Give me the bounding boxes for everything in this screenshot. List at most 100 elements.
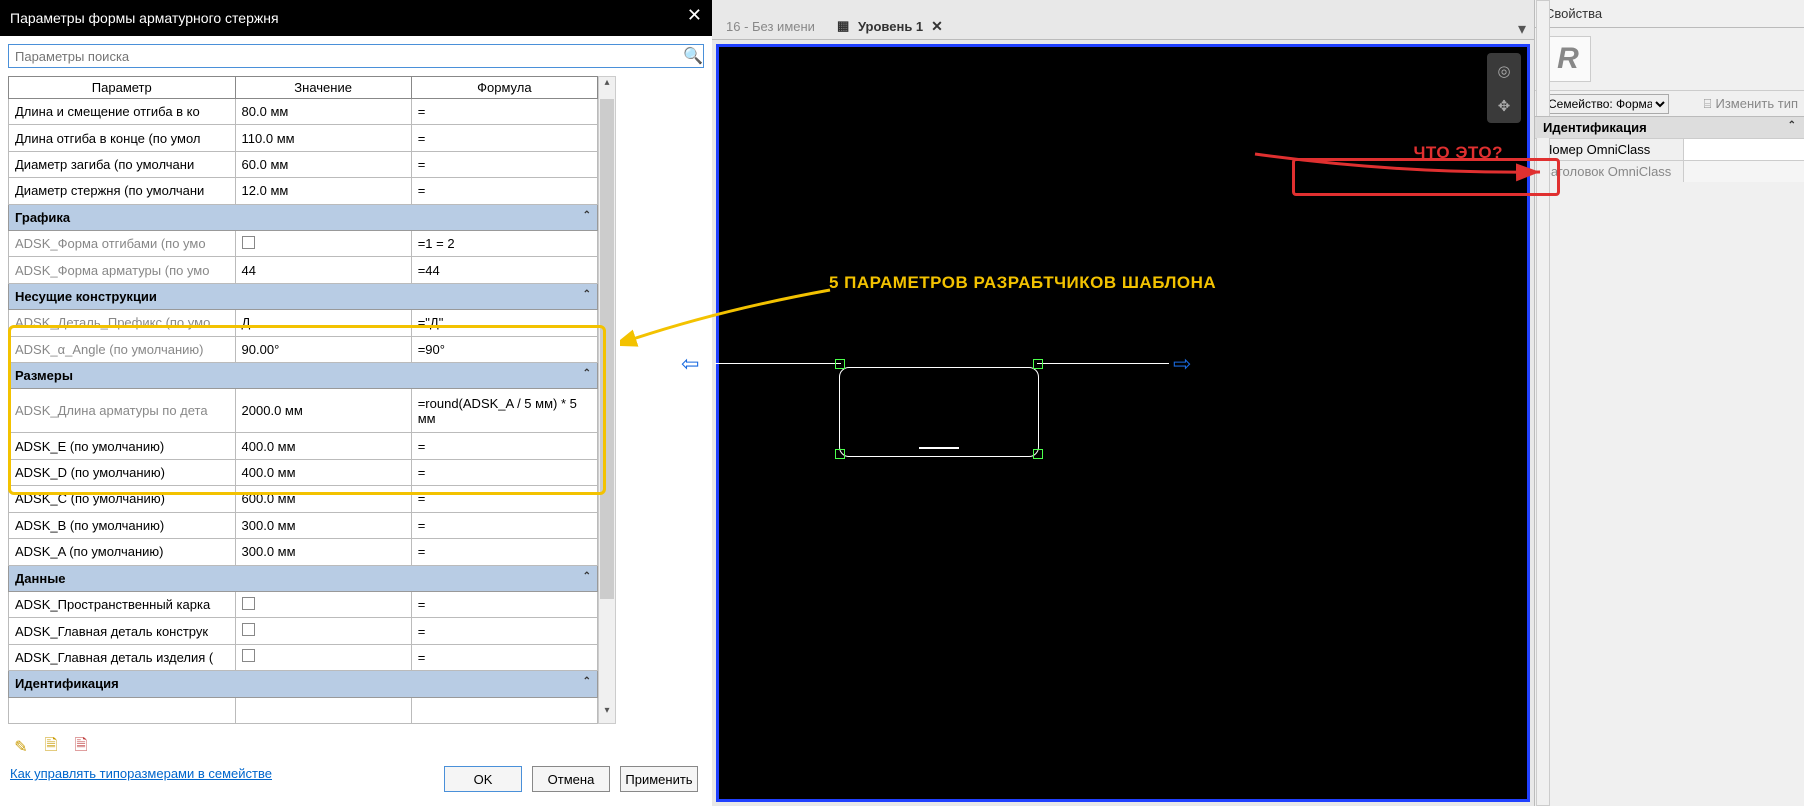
checkbox-icon[interactable] bbox=[242, 649, 255, 662]
tabs-overflow-icon[interactable]: ▾ bbox=[1510, 19, 1534, 39]
cell-formula[interactable]: =90° bbox=[411, 336, 597, 362]
cell-name[interactable]: ADSK_A (по умолчанию) bbox=[9, 539, 236, 565]
checkbox-icon[interactable] bbox=[242, 597, 255, 610]
table-row[interactable]: Длина отгиба в конце (по умол110.0 мм= bbox=[9, 125, 598, 151]
nav-hand-icon[interactable]: ✥ bbox=[1498, 97, 1511, 115]
checkbox-icon[interactable] bbox=[242, 623, 255, 636]
cell-value[interactable]: 90.00° bbox=[235, 336, 411, 362]
table-row[interactable]: Диаметр загиба (по умолчани60.0 мм= bbox=[9, 151, 598, 177]
cell-name[interactable]: Длина и смещение отгиба в ко bbox=[9, 99, 236, 125]
cell-name[interactable]: ADSK_B (по умолчанию) bbox=[9, 512, 236, 538]
group-row[interactable]: Данные⌃ bbox=[9, 565, 598, 591]
group-row[interactable]: Несущие конструкции⌃ bbox=[9, 283, 598, 309]
prop-value[interactable] bbox=[1683, 161, 1804, 182]
cell-formula[interactable]: = bbox=[411, 644, 597, 670]
cell-formula[interactable]: =44 bbox=[411, 257, 597, 283]
cell-formula[interactable]: = bbox=[411, 539, 597, 565]
col-parameter[interactable]: Параметр bbox=[9, 77, 236, 99]
cell-name[interactable]: ADSK_Длина арматуры по дета bbox=[9, 389, 236, 433]
search-icon[interactable]: 🔍 bbox=[683, 46, 703, 66]
table-row[interactable]: ADSK_Главная деталь изделия ( = bbox=[9, 644, 598, 670]
tab-inactive[interactable]: 16 - Без имени bbox=[716, 13, 825, 39]
close-tab-icon[interactable]: ✕ bbox=[931, 18, 943, 35]
cell-name[interactable]: Диаметр загиба (по умолчани bbox=[9, 151, 236, 177]
cell-value[interactable]: 600.0 мм bbox=[235, 486, 411, 512]
cell-formula[interactable]: = bbox=[411, 178, 597, 204]
table-row[interactable]: ADSK_Пространственный карка= bbox=[9, 591, 598, 617]
cell-formula[interactable]: = bbox=[411, 99, 597, 125]
family-selector[interactable]: Семейство: Форма ар bbox=[1543, 94, 1669, 114]
cell-value[interactable]: 400.0 мм bbox=[235, 459, 411, 485]
cell-name[interactable]: ADSK_C (по умолчанию) bbox=[9, 486, 236, 512]
cell-value[interactable]: Д bbox=[235, 310, 411, 336]
edit-type-button[interactable]: ⌸ Изменить тип bbox=[1698, 96, 1804, 112]
cell-value[interactable] bbox=[235, 644, 411, 670]
cell-name[interactable]: ADSK_Форма отгибами (по умо bbox=[9, 231, 236, 257]
cell-formula[interactable]: = bbox=[411, 125, 597, 151]
cell-value[interactable]: 300.0 мм bbox=[235, 512, 411, 538]
table-row[interactable]: ADSK_Форма отгибами (по умо =1 = 2 bbox=[9, 231, 598, 257]
grid-scrollbar[interactable]: ▴ ▾ bbox=[598, 76, 616, 724]
group-row[interactable]: Графика⌃ bbox=[9, 204, 598, 230]
props-group-ident[interactable]: Идентификация ⌃ bbox=[1535, 116, 1804, 138]
cell-value[interactable] bbox=[235, 231, 411, 257]
table-row[interactable]: ADSK_C (по умолчанию)600.0 мм= bbox=[9, 486, 598, 512]
cell-name[interactable]: ADSK_Главная деталь конструк bbox=[9, 618, 236, 644]
prop-row[interactable]: Заголовок OmniClass bbox=[1535, 160, 1804, 182]
group-row[interactable]: Идентификация⌃ bbox=[9, 671, 598, 697]
scroll-down-icon[interactable]: ▾ bbox=[599, 705, 615, 723]
new-file-icon[interactable]: 🗎 bbox=[40, 736, 62, 758]
table-row[interactable]: ADSK_Главная деталь конструк = bbox=[9, 618, 598, 644]
cell-name[interactable]: ADSK_Форма арматуры (по умо bbox=[9, 257, 236, 283]
apply-button[interactable]: Применить bbox=[620, 766, 698, 792]
table-row[interactable]: ADSK_Деталь_Префикс (по умоД="Д" bbox=[9, 310, 598, 336]
table-row[interactable]: ADSK_α_Angle (по умолчанию)90.00°=90° bbox=[9, 336, 598, 362]
table-row[interactable]: ADSK_E (по умолчанию)400.0 мм= bbox=[9, 433, 598, 459]
tab-active[interactable]: ▦ Уровень 1 ✕ bbox=[827, 13, 953, 39]
table-row[interactable]: Длина и смещение отгиба в ко80.0 мм= bbox=[9, 99, 598, 125]
scroll-thumb[interactable] bbox=[600, 99, 614, 599]
cell-name[interactable]: ADSK_Деталь_Префикс (по умо bbox=[9, 310, 236, 336]
table-row[interactable]: Диаметр стержня (по умолчани12.0 мм= bbox=[9, 178, 598, 204]
cell-formula[interactable]: = bbox=[411, 433, 597, 459]
table-row[interactable]: ADSK_Форма арматуры (по умо44=44 bbox=[9, 257, 598, 283]
close-icon[interactable]: ✕ bbox=[687, 5, 702, 26]
cell-name[interactable]: Диаметр стержня (по умолчани bbox=[9, 178, 236, 204]
cell-value[interactable] bbox=[235, 591, 411, 617]
cell-name[interactable]: ADSK_D (по умолчанию) bbox=[9, 459, 236, 485]
col-formula[interactable]: Формула bbox=[411, 77, 597, 99]
drawing-canvas[interactable]: ◎ ✥ ⇦ ⇨ ЧТО ЭТО? 5 ПАРАМЕТРОВ РАЗРАБТЧ bbox=[716, 44, 1530, 802]
cell-value[interactable]: 44 bbox=[235, 257, 411, 283]
collapse-icon[interactable]: ⌃ bbox=[1788, 120, 1796, 131]
cell-formula[interactable]: =1 = 2 bbox=[411, 231, 597, 257]
cell-value[interactable]: 110.0 мм bbox=[235, 125, 411, 151]
prop-value[interactable] bbox=[1683, 139, 1804, 160]
cell-name[interactable]: ADSK_Пространственный карка bbox=[9, 591, 236, 617]
cell-value[interactable]: 400.0 мм bbox=[235, 433, 411, 459]
cell-value[interactable]: 300.0 мм bbox=[235, 539, 411, 565]
col-value[interactable]: Значение bbox=[235, 77, 411, 99]
cell-value[interactable]: 60.0 мм bbox=[235, 151, 411, 177]
cell-name[interactable]: ADSK_Главная деталь изделия ( bbox=[9, 644, 236, 670]
cell-value[interactable] bbox=[235, 618, 411, 644]
table-row[interactable]: ADSK_Длина арматуры по дета2000.0 мм=rou… bbox=[9, 389, 598, 433]
prop-row[interactable]: Номер OmniClass bbox=[1535, 138, 1804, 160]
delete-file-icon[interactable]: 🗎 bbox=[70, 736, 92, 758]
checkbox-icon[interactable] bbox=[242, 236, 255, 249]
cell-value[interactable]: 2000.0 мм bbox=[235, 389, 411, 433]
cell-formula[interactable]: = bbox=[411, 151, 597, 177]
nav-wheel-icon[interactable]: ◎ bbox=[1497, 62, 1510, 80]
cell-formula[interactable]: = bbox=[411, 618, 597, 644]
cell-value[interactable]: 80.0 мм bbox=[235, 99, 411, 125]
cell-name[interactable]: ADSK_α_Angle (по умолчанию) bbox=[9, 336, 236, 362]
table-row[interactable]: ADSK_A (по умолчанию)300.0 мм= bbox=[9, 539, 598, 565]
cell-name[interactable]: ADSK_E (по умолчанию) bbox=[9, 433, 236, 459]
cell-formula[interactable]: = bbox=[411, 512, 597, 538]
navigation-widget[interactable]: ◎ ✥ bbox=[1487, 53, 1521, 123]
ok-button[interactable]: OK bbox=[444, 766, 522, 792]
scroll-up-icon[interactable]: ▴ bbox=[599, 77, 615, 95]
cell-formula[interactable]: = bbox=[411, 486, 597, 512]
help-link[interactable]: Как управлять типоразмерами в семействе bbox=[0, 766, 282, 793]
pencil-icon[interactable]: ✎ bbox=[10, 736, 32, 758]
cell-formula[interactable]: =round(ADSK_A / 5 мм) * 5 мм bbox=[411, 389, 597, 433]
